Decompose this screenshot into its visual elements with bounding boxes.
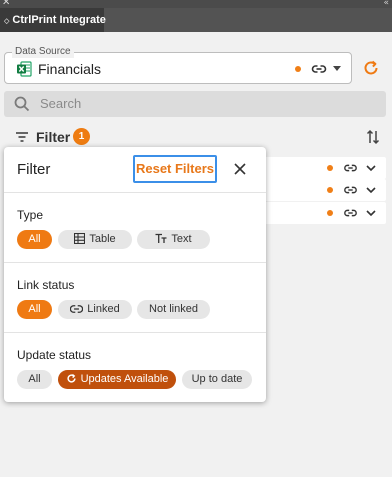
section-title-update-status: Update status [17,348,92,362]
refresh-icon[interactable] [362,59,380,77]
search-icon [14,96,30,112]
refresh-icon [66,373,76,383]
link-icon[interactable] [343,161,358,175]
panel-tab[interactable]: ◇ CtrlPrint Integrate [0,8,106,32]
data-source-value: Financials [38,61,102,77]
section-title-type: Type [17,208,44,222]
window-title-bar: ✕ « [0,0,392,8]
excel-icon [17,61,32,77]
link-icon [70,305,84,313]
chevron-down-icon[interactable] [365,184,377,196]
not-linked-chip[interactable]: Not linked [137,300,210,319]
link-icon[interactable] [343,183,358,197]
linked-chip[interactable]: Linked [58,300,132,319]
updates-available-chip[interactable]: Updates Available [58,370,176,389]
close-icon[interactable] [233,162,247,176]
chip-label: Table [89,233,116,245]
chip-label: Text [171,233,192,245]
update-all-chip[interactable]: All [17,370,52,389]
divider [4,262,266,263]
divider [4,192,266,193]
chip-label: Updates Available [80,373,169,385]
type-all-chip[interactable]: All [17,230,52,249]
tab-grip-icon: ◇ [4,18,10,25]
sort-icon[interactable] [366,129,380,145]
chevron-down-icon[interactable] [365,207,377,219]
list-item[interactable] [250,179,386,201]
panel-tab-label: CtrlPrint Integrate [12,14,106,26]
list-item[interactable] [250,157,386,179]
link-all-chip[interactable]: All [17,300,52,319]
link-icon[interactable] [311,61,327,77]
link-icon[interactable] [343,206,358,220]
panel-tab-strip: ◇ CtrlPrint Integrate [0,8,392,32]
chip-label: Linked [87,303,120,315]
filter-popup-title: Filter [17,161,51,178]
filter-popup: Filter Reset Filters Type All Table Text… [4,147,266,402]
divider [4,332,266,333]
status-dot [295,66,301,72]
section-title-link-status: Link status [17,278,75,292]
chevron-down-icon[interactable] [333,66,341,71]
list-item[interactable] [250,202,386,224]
type-text-chip[interactable]: Text [137,230,210,249]
reset-filters-button[interactable]: Reset Filters [133,155,217,183]
up-to-date-chip[interactable]: Up to date [182,370,252,389]
data-source-legend: Data Source [12,46,74,58]
search-placeholder: Search [40,96,82,111]
search-field[interactable]: Search [4,91,386,117]
filter-label[interactable]: Filter [36,129,70,145]
status-dot [327,187,333,193]
type-table-chip[interactable]: Table [58,230,132,249]
filter-count-badge: 1 [73,128,90,145]
status-dot [327,165,333,171]
text-icon [155,233,167,243]
filter-icon[interactable] [15,130,29,144]
table-icon [74,232,86,245]
chevron-down-icon[interactable] [365,162,377,174]
status-dot [327,210,333,216]
